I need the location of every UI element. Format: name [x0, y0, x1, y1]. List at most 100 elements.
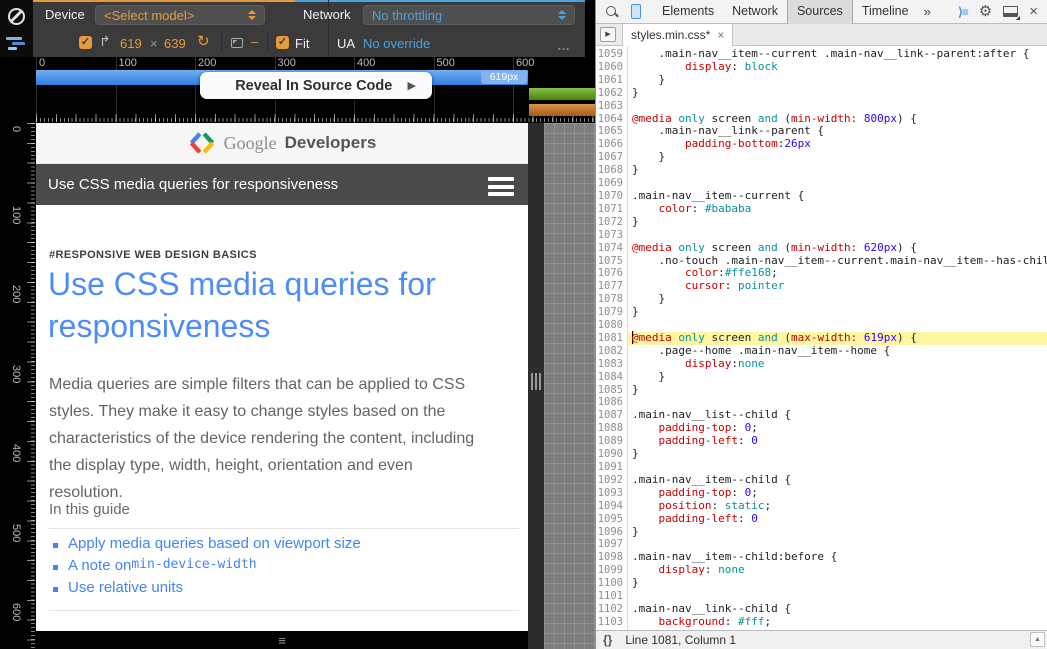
hamburger-menu-icon[interactable] [488, 177, 514, 200]
code-line[interactable]: } [628, 216, 1047, 229]
code-line[interactable]: display:none [628, 358, 1047, 371]
line-number[interactable]: 1093 [596, 487, 627, 500]
line-number[interactable]: 1079 [596, 306, 627, 319]
line-number[interactable]: 1072 [596, 216, 627, 229]
code-line[interactable]: } [628, 526, 1047, 539]
code-line[interactable]: } [628, 293, 1047, 306]
reveal-in-source-button[interactable]: Reveal In Source Code ▶ [200, 72, 432, 99]
device-model-select[interactable]: <Select model> [95, 5, 265, 25]
tab-elements[interactable]: Elements [653, 0, 723, 24]
line-number[interactable]: 1070 [596, 190, 627, 203]
code-line[interactable]: background: #fff; [628, 616, 1047, 629]
line-number[interactable]: 1082 [596, 345, 627, 358]
code-line[interactable]: display: none [628, 564, 1047, 577]
refresh-icon[interactable]: ↻ [197, 34, 210, 49]
scrollbar-up-arrow[interactable]: ▲ [1030, 632, 1045, 647]
line-number[interactable]: 1074 [596, 242, 627, 255]
network-waterfall-icon[interactable] [6, 37, 28, 51]
guide-link[interactable]: A note on min-device-width [51, 557, 511, 579]
line-number[interactable]: 1059 [596, 48, 627, 61]
line-number[interactable]: 1098 [596, 551, 627, 564]
tab-close-icon[interactable]: × [717, 28, 724, 42]
line-number[interactable]: 1076 [596, 267, 627, 280]
gear-icon[interactable]: ⚙ [979, 4, 992, 19]
brand-developers[interactable]: Developers [285, 133, 377, 153]
tab-timeline[interactable]: Timeline [853, 0, 918, 24]
swap-dimensions-icon[interactable]: ↱ [99, 34, 111, 48]
viewport-height-value[interactable]: 639 [164, 36, 186, 51]
line-number[interactable]: 1083 [596, 358, 627, 371]
code-line[interactable]: } [628, 151, 1047, 164]
line-number[interactable]: 1078 [596, 293, 627, 306]
show-navigator-button[interactable]: ▶ [600, 27, 616, 42]
line-number[interactable]: 1102 [596, 603, 627, 616]
dock-side-icon[interactable] [1003, 6, 1018, 17]
code-line[interactable]: padding-left: 0 [628, 435, 1047, 448]
line-number[interactable]: 1099 [596, 564, 627, 577]
code-line[interactable]: cursor: pointer [628, 280, 1047, 293]
guide-link[interactable]: Apply media queries based on viewport si… [51, 535, 511, 557]
device-mode-toggle-icon[interactable] [631, 4, 641, 19]
guide-link[interactable]: Use relative units [51, 579, 511, 601]
line-number[interactable]: 1071 [596, 203, 627, 216]
line-number[interactable]: 1087 [596, 409, 627, 422]
line-number[interactable]: 1073 [596, 229, 627, 242]
line-number[interactable]: 1077 [596, 280, 627, 293]
line-number[interactable]: 1068 [596, 164, 627, 177]
fit-checkbox[interactable]: ✓ [276, 36, 289, 49]
screen-size-icon[interactable] [231, 38, 243, 48]
code-area[interactable]: .main-nav__item--current .main-nav__link… [628, 46, 1047, 630]
code-line[interactable]: } [628, 164, 1047, 177]
code-line[interactable]: display: block [628, 61, 1047, 74]
line-number[interactable]: 1091 [596, 461, 627, 474]
line-number[interactable]: 1090 [596, 448, 627, 461]
line-number[interactable]: 1096 [596, 526, 627, 539]
line-number[interactable]: 1063 [596, 100, 627, 113]
line-number[interactable]: 1103 [596, 616, 627, 629]
network-throttling-select[interactable]: No throttling [363, 5, 575, 25]
console-drawer-icon[interactable]: ⟩≡ [958, 5, 968, 19]
inspect-search-icon[interactable] [605, 5, 619, 19]
bottom-resize-grip[interactable]: ≡ [36, 634, 528, 649]
line-number[interactable]: 1100 [596, 577, 627, 590]
line-number[interactable]: 1092 [596, 474, 627, 487]
right-resize-strip[interactable] [528, 123, 544, 649]
file-tab-styles-min-css[interactable]: styles.min.css* × [622, 24, 733, 46]
line-number[interactable]: 1080 [596, 319, 627, 332]
line-number[interactable]: 1097 [596, 538, 627, 551]
tab-network[interactable]: Network [723, 0, 787, 24]
pretty-print-icon[interactable]: {} [603, 633, 612, 647]
line-number[interactable]: 1081 [596, 332, 627, 345]
line-number[interactable]: 1075 [596, 255, 627, 268]
code-line[interactable]: } [628, 384, 1047, 397]
line-number[interactable]: 1095 [596, 513, 627, 526]
media-query-bar-min-800[interactable] [529, 104, 595, 116]
line-number[interactable]: 1062 [596, 87, 627, 100]
line-number[interactable]: 1067 [596, 151, 627, 164]
code-line[interactable]: } [628, 306, 1047, 319]
line-number[interactable]: 1064 [596, 113, 627, 126]
line-number[interactable]: 1101 [596, 590, 627, 603]
code-line[interactable]: } [628, 371, 1047, 384]
media-query-bar-min-620[interactable] [529, 88, 595, 100]
block-overrides-icon[interactable] [8, 8, 25, 25]
line-number[interactable]: 1084 [596, 371, 627, 384]
line-number[interactable]: 1065 [596, 125, 627, 138]
ua-override-value[interactable]: No override [363, 36, 430, 51]
line-number[interactable]: 1069 [596, 177, 627, 190]
source-editor[interactable]: 1059106010611062106310641065106610671068… [596, 46, 1047, 630]
close-icon[interactable]: × [1029, 4, 1038, 19]
line-number[interactable]: 1061 [596, 74, 627, 87]
brand-google[interactable]: Google [224, 133, 277, 154]
line-number[interactable]: 1086 [596, 396, 627, 409]
tab-sources[interactable]: Sources [787, 0, 853, 24]
line-number[interactable]: 1060 [596, 61, 627, 74]
viewport-width-value[interactable]: 619 [120, 36, 142, 51]
code-line[interactable]: } [628, 87, 1047, 100]
line-number[interactable]: 1085 [596, 384, 627, 397]
code-line[interactable]: padding-bottom:26px [628, 138, 1047, 151]
code-line[interactable]: } [628, 74, 1047, 87]
code-line[interactable]: color: #bababa [628, 203, 1047, 216]
line-number[interactable]: 1088 [596, 422, 627, 435]
scale-dash[interactable]: – [251, 34, 258, 49]
